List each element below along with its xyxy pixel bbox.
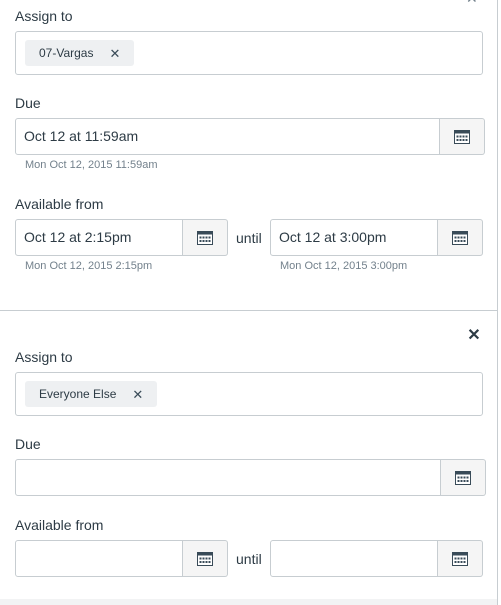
assignee-name: 07-Vargas [39, 46, 94, 60]
until-label: until [236, 230, 262, 246]
assignee-name: Everyone Else [39, 387, 117, 401]
available-from-calendar-button[interactable] [183, 540, 228, 577]
assignment-card-2: ✕ Assign to Everyone Else ✕ Due Availabl… [0, 311, 497, 605]
assign-to-label: Assign to [15, 8, 73, 24]
until-hint: Mon Oct 12, 2015 3:00pm [280, 260, 408, 272]
remove-card-close-icon[interactable]: ✕ [466, 328, 482, 344]
assignee-token: 07-Vargas ✕ [25, 40, 135, 66]
assign-to-field[interactable]: Everyone Else ✕ [15, 372, 483, 416]
assignment-card-1: Assign to 07-Vargas ✕ Due Oct 12 at 11:5… [0, 0, 497, 310]
due-date-input[interactable] [15, 459, 441, 496]
due-label: Due [15, 95, 41, 111]
calendar-icon [197, 231, 213, 245]
calendar-icon [452, 231, 468, 245]
due-label: Due [15, 436, 41, 452]
until-label: until [236, 551, 262, 567]
until-calendar-button[interactable] [438, 540, 483, 577]
due-calendar-button[interactable] [441, 459, 486, 496]
footer-strip [0, 599, 497, 605]
remove-assignee-icon[interactable]: ✕ [109, 47, 120, 60]
available-from-input[interactable] [15, 540, 183, 577]
until-calendar-button[interactable] [438, 219, 483, 256]
due-calendar-button[interactable] [440, 118, 485, 155]
calendar-icon [197, 552, 213, 566]
calendar-icon [454, 130, 470, 144]
available-from-hint: Mon Oct 12, 2015 2:15pm [25, 260, 153, 272]
remove-assignee-icon[interactable]: ✕ [132, 388, 143, 401]
available-from-input[interactable]: Oct 12 at 2:15pm [15, 219, 183, 256]
available-from-label: Available from [15, 196, 104, 212]
until-input[interactable]: Oct 12 at 3:00pm [270, 219, 438, 256]
due-date-hint: Mon Oct 12, 2015 11:59am [25, 159, 158, 171]
available-from-calendar-button[interactable] [183, 219, 228, 256]
assign-to-label: Assign to [15, 349, 73, 365]
calendar-icon [455, 471, 471, 485]
calendar-icon [452, 552, 468, 566]
due-date-input[interactable]: Oct 12 at 11:59am [15, 118, 440, 155]
assign-to-field[interactable]: 07-Vargas ✕ [15, 31, 483, 75]
assignee-token: Everyone Else ✕ [25, 381, 158, 407]
available-from-label: Available from [15, 517, 104, 533]
scrollbar-edge [497, 0, 498, 605]
until-input[interactable] [270, 540, 438, 577]
